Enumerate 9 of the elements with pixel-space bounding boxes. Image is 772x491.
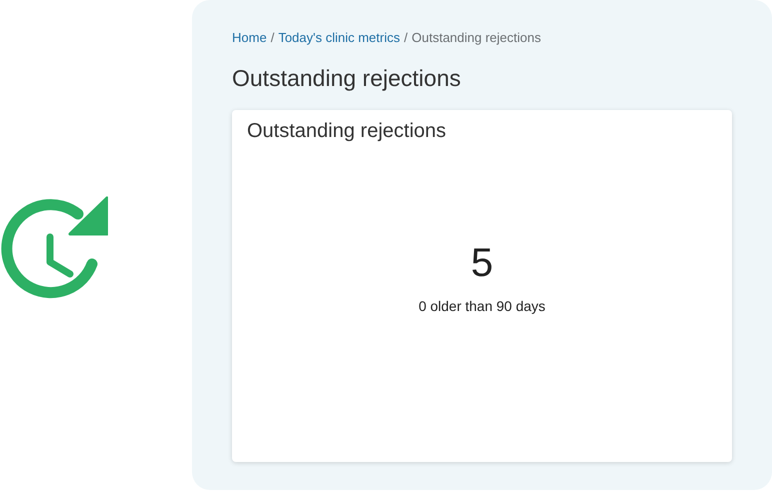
breadcrumb-separator: / [270,30,274,45]
breadcrumb-link[interactable]: Today's clinic metrics [278,30,400,45]
breadcrumb-current: Outstanding rejections [412,30,541,45]
metric-value: 5 [470,241,494,286]
breadcrumb-separator: / [404,30,408,45]
breadcrumb-link[interactable]: Home [232,30,267,45]
page-title: Outstanding rejections [232,65,462,92]
card-title: Outstanding rejections [247,120,448,143]
metric-caption: 0 older than 90 days [418,298,546,314]
